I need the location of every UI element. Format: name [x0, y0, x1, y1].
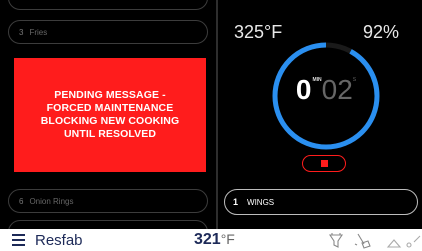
notification-icon[interactable]: [386, 235, 421, 248]
temperature-value: 321: [194, 231, 221, 248]
oil-temperature-readout: 321°F: [194, 231, 235, 249]
product-label: WINGS: [247, 197, 275, 207]
status-icons: [328, 233, 421, 249]
slot-label: Onion Rings: [29, 196, 74, 206]
stop-button[interactable]: [302, 155, 346, 172]
timer-minutes-label: MIN: [312, 77, 322, 83]
slot-pill-fries[interactable]: 3 Fries: [8, 20, 208, 44]
slot-label: Fries: [29, 27, 48, 37]
alert-message: PENDING MESSAGE - FORCED MAINTENANCE BLO…: [40, 89, 180, 140]
bottom-status-bar: Resfab 321°F: [0, 229, 422, 251]
brand-logo: Resfab: [35, 232, 83, 249]
cleaning-icon[interactable]: [354, 233, 371, 249]
product-number: 1: [233, 197, 239, 207]
timer-seconds-label: S: [352, 77, 357, 83]
panel-divider: [216, 0, 218, 229]
slot-pill-partial-top[interactable]: [8, 0, 208, 10]
timer-seconds: 02: [321, 74, 353, 105]
slot-pill-onion-rings[interactable]: 6 Onion Rings: [8, 189, 208, 213]
timer-minutes: 0: [295, 74, 312, 105]
forced-maintenance-alert[interactable]: PENDING MESSAGE - FORCED MAINTENANCE BLO…: [14, 58, 206, 172]
temperature-unit: °F: [220, 231, 235, 247]
left-panel: 3 Fries PENDING MESSAGE - FORCED MAINTEN…: [8, 0, 212, 244]
filter-icon[interactable]: [328, 233, 344, 248]
slot-number: 6: [19, 196, 24, 206]
product-selector-wings[interactable]: 1 WINGS: [224, 189, 418, 215]
stop-icon: [320, 160, 328, 167]
countdown-timer: 0MIN02S: [270, 74, 382, 106]
slot-number: 3: [19, 27, 24, 37]
menu-icon[interactable]: [12, 234, 25, 246]
fryer-screen: 3 Fries PENDING MESSAGE - FORCED MAINTEN…: [0, 0, 422, 244]
